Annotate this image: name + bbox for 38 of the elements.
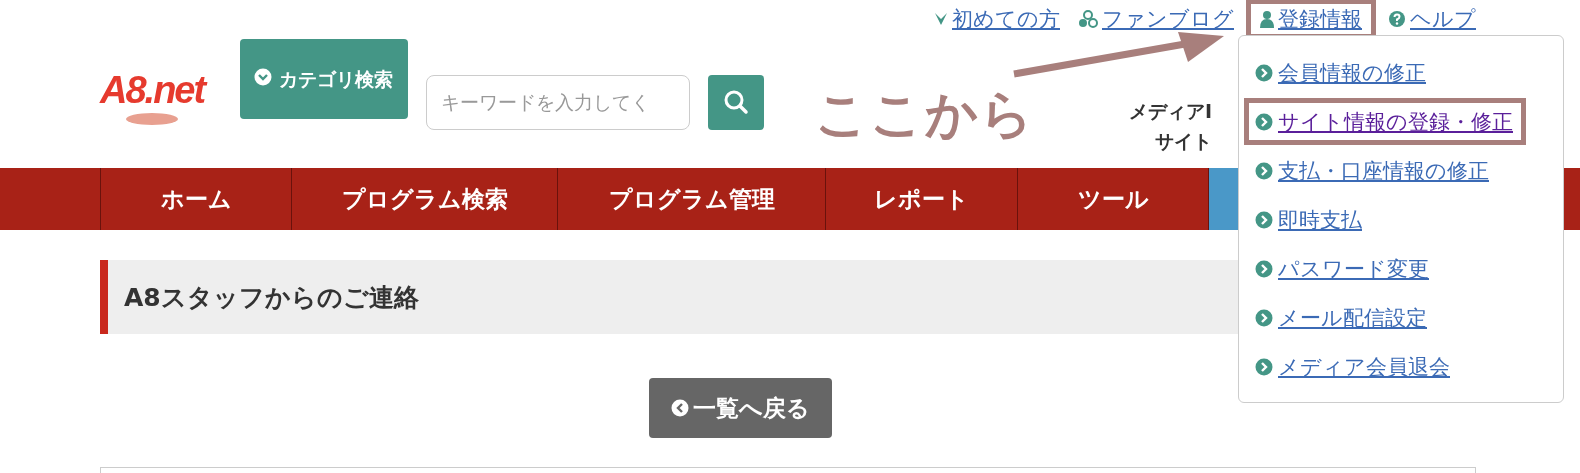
search-field[interactable]: キーワードを入力してく xyxy=(426,74,691,130)
nav-tab[interactable]: レポート xyxy=(825,168,1017,230)
header-link[interactable]: ファンブログ xyxy=(1078,5,1234,33)
menu-item[interactable]: サイト情報の登録・修正 xyxy=(1251,105,1519,138)
nav-tab[interactable]: プログラム管理 xyxy=(557,168,825,230)
account-info-text: サイト xyxy=(1155,129,1213,154)
person-icon xyxy=(1260,10,1274,28)
search-icon xyxy=(723,89,750,115)
nav-tab[interactable]: ホーム xyxy=(100,168,291,230)
menu-item[interactable]: メディア会員退会 xyxy=(1255,350,1450,383)
menu-item[interactable]: メール配信設定 xyxy=(1255,301,1427,334)
chevron-right-icon xyxy=(1255,161,1273,180)
nav-tab[interactable]: プログラム検索 xyxy=(291,168,557,230)
back-button[interactable]: 一覧へ戻る xyxy=(648,378,832,438)
header-link[interactable]: 登録情報 xyxy=(1252,5,1370,33)
header-link[interactable]: 初めての方 xyxy=(934,5,1060,33)
menu-item[interactable]: 即時支払 xyxy=(1255,203,1362,236)
menu-item[interactable]: パスワード変更 xyxy=(1255,252,1429,285)
search-button[interactable] xyxy=(708,74,765,130)
chevron-right-icon xyxy=(1255,63,1273,82)
menu-item[interactable]: 支払・口座情報の修正 xyxy=(1255,154,1489,187)
chevron-right-icon xyxy=(1255,112,1273,131)
chevron-right-icon xyxy=(1255,357,1273,376)
chevron-left-icon xyxy=(670,399,689,417)
chevron-down-icon xyxy=(254,67,273,86)
help-icon xyxy=(1388,10,1406,28)
notice-title: A8スタッフからのご連絡 xyxy=(124,281,419,314)
chevron-right-icon xyxy=(1255,210,1273,229)
callout-text: ここから xyxy=(815,83,1035,146)
account-info-text: メディアI xyxy=(1129,99,1213,124)
category-search-button[interactable]: カテゴリ検索 xyxy=(240,39,409,119)
hexagons-icon xyxy=(1078,10,1098,28)
leaf-icon xyxy=(934,11,948,27)
chevron-right-icon xyxy=(1255,308,1273,327)
header-link[interactable]: ヘルプ xyxy=(1388,5,1476,33)
chevron-right-icon xyxy=(1255,259,1273,278)
menu-item[interactable]: 会員情報の修正 xyxy=(1255,56,1426,89)
logo[interactable]: A8.net xyxy=(100,68,209,126)
